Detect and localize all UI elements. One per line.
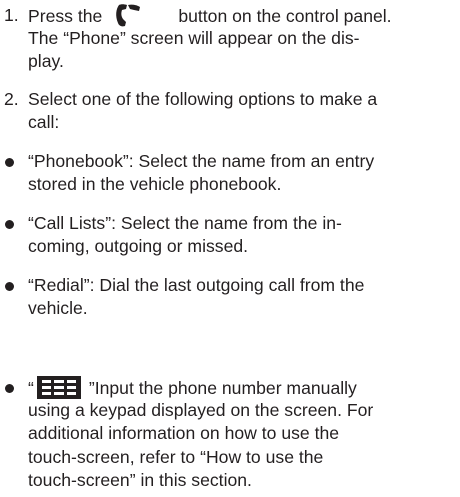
bullet-line: “Call Lists”: Select the name from the i… — [28, 213, 342, 233]
phone-icon — [116, 4, 141, 27]
bullet-text-after-icon: ”Input the phone number manually — [88, 378, 357, 398]
bullet-line: “Phonebook”: Select the name from an ent… — [28, 151, 375, 171]
step-1: 1. Press the button on the control panel.… — [0, 4, 460, 74]
instruction-page: 1. Press the button on the control panel.… — [0, 0, 460, 497]
bullet-item-phonebook: “Phonebook”: Select the name from an ent… — [0, 150, 460, 197]
bullet-text: “ ”Input the phone number manually using … — [28, 376, 458, 492]
bullet-dot-icon — [5, 282, 14, 291]
bullet-dot-icon — [5, 384, 14, 393]
step-text: Select one of the following options to m… — [28, 88, 458, 134]
bullet-dot-icon — [5, 220, 14, 229]
step-line: play. — [28, 51, 64, 72]
bullet-dot-icon — [5, 158, 14, 167]
bullet-line: touch-screen” in this section. — [28, 469, 252, 490]
bullet-line: stored in the vehicle phonebook. — [28, 174, 282, 195]
bullet-item-redial: “Redial”: Dial the last outgoing call fr… — [0, 274, 460, 321]
step-line: Press the button on the control panel. — [28, 4, 458, 27]
bullet-line: additional information on how to use the — [28, 423, 340, 444]
step-text-before-icon: Press the — [28, 6, 103, 26]
bullet-text: “Phonebook”: Select the name from an ent… — [28, 150, 458, 196]
bullet-line: touch-screen, refer to “How to use the — [28, 446, 324, 467]
bullet-line: vehicle. — [28, 298, 88, 319]
step-line: Select one of the following options to m… — [28, 89, 378, 109]
open-quote: “ — [28, 378, 34, 398]
bullet-line: coming, outgoing or missed. — [28, 236, 249, 257]
bullet-text: “Redial”: Dial the last outgoing call fr… — [28, 274, 458, 320]
step-number: 2. — [4, 89, 19, 109]
step-2: 2. Select one of the following options t… — [0, 88, 460, 135]
bullet-line: using a keypad displayed on the screen. … — [28, 400, 374, 421]
bullet-item-keypad: “ ”Input the phone number manually using … — [0, 376, 460, 493]
step-text-after-icon: button on the control panel. — [178, 6, 392, 26]
bullet-line: “ ”Input the phone number manually — [28, 376, 458, 399]
step-line: call: — [28, 112, 60, 133]
step-text: Press the button on the control panel. Th… — [28, 4, 458, 74]
keypad-icon — [36, 376, 81, 399]
step-line: The “Phone” screen will appear on the di… — [28, 28, 360, 49]
bullet-item-call-lists: “Call Lists”: Select the name from the i… — [0, 212, 460, 259]
bullet-text: “Call Lists”: Select the name from the i… — [28, 212, 458, 258]
bullet-line: “Redial”: Dial the last outgoing call fr… — [28, 275, 365, 295]
step-number: 1. — [4, 5, 19, 25]
